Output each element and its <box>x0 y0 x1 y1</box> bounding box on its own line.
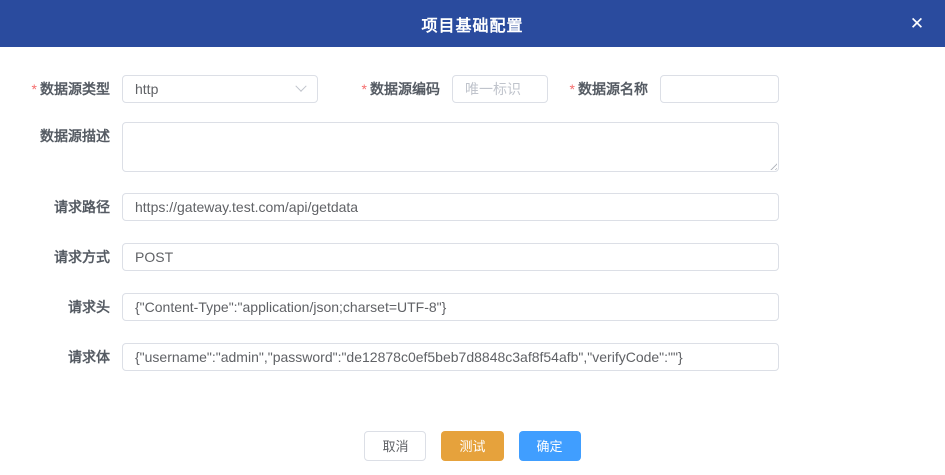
form-row-top: *数据源类型 http *数据源编码 *数据源名称 <box>0 75 945 103</box>
config-form: *数据源类型 http *数据源编码 *数据源名称 数据源描述 <box>0 47 945 371</box>
form-row-request-method: 请求方式 <box>0 243 945 271</box>
datasource-name-label: *数据源名称 <box>548 75 648 103</box>
datasource-desc-textarea[interactable] <box>122 122 779 172</box>
datasource-desc-label: 数据源描述 <box>0 122 110 150</box>
form-row-request-path: 请求路径 <box>0 193 945 221</box>
cancel-button[interactable]: 取消 <box>364 431 426 461</box>
request-method-input[interactable] <box>122 243 779 271</box>
datasource-code-label: *数据源编码 <box>318 75 440 103</box>
form-row-request-body: 请求体 <box>0 343 945 371</box>
form-row-request-headers: 请求头 <box>0 293 945 321</box>
test-button[interactable]: 测试 <box>441 431 503 461</box>
required-mark: * <box>32 81 37 97</box>
request-path-input[interactable] <box>122 193 779 221</box>
datasource-name-input[interactable] <box>660 75 779 103</box>
request-body-label: 请求体 <box>0 343 110 371</box>
request-method-label: 请求方式 <box>0 243 110 271</box>
datasource-type-value: http <box>135 81 158 97</box>
close-icon[interactable]: ✕ <box>899 0 935 47</box>
form-row-description: 数据源描述 <box>0 122 945 172</box>
datasource-code-input[interactable] <box>452 75 548 103</box>
dialog-title: 项目基础配置 <box>421 12 523 36</box>
datasource-type-select[interactable]: http <box>122 75 318 103</box>
confirm-button[interactable]: 确定 <box>519 431 581 461</box>
datasource-type-label: *数据源类型 <box>0 75 110 103</box>
request-body-input[interactable] <box>122 343 779 371</box>
dialog-footer: 取消 测试 确定 <box>0 431 945 475</box>
required-mark: * <box>570 81 575 97</box>
dialog-header: 项目基础配置 ✕ <box>0 0 945 47</box>
request-headers-input[interactable] <box>122 293 779 321</box>
project-basic-config-dialog: 项目基础配置 ✕ *数据源类型 http *数据源编码 *数据源名称 <box>0 0 945 472</box>
request-path-label: 请求路径 <box>0 193 110 221</box>
required-mark: * <box>362 81 367 97</box>
request-headers-label: 请求头 <box>0 293 110 321</box>
chevron-down-icon <box>295 81 306 92</box>
